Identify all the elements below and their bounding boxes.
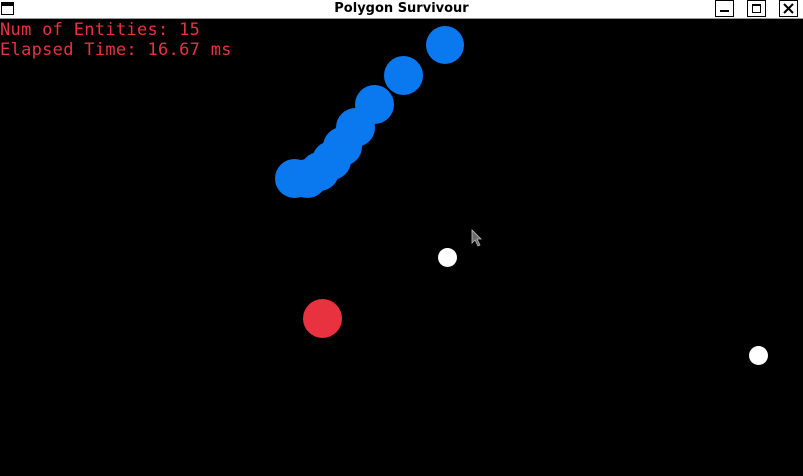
maximize-button[interactable] <box>747 0 766 17</box>
bullet-entity <box>749 346 768 365</box>
elapsed-time-label: Elapsed Time: 16.67 ms <box>0 40 232 60</box>
close-icon <box>783 3 794 14</box>
minimize-button[interactable] <box>715 0 734 17</box>
mouse-cursor-icon <box>471 229 482 247</box>
window-title: Polygon Survivour <box>334 1 469 16</box>
close-button[interactable] <box>779 0 798 17</box>
game-canvas[interactable]: Num of Entities: 15 Elapsed Time: 16.67 … <box>0 19 803 476</box>
bullet-entity <box>438 248 457 267</box>
enemy-entity <box>426 26 464 64</box>
entity-count-label: Num of Entities: 15 <box>0 20 201 40</box>
enemy-entity <box>275 159 314 198</box>
enemy-entity <box>384 56 423 95</box>
player-entity <box>303 299 342 338</box>
window-titlebar[interactable]: Polygon Survivour <box>0 0 803 19</box>
